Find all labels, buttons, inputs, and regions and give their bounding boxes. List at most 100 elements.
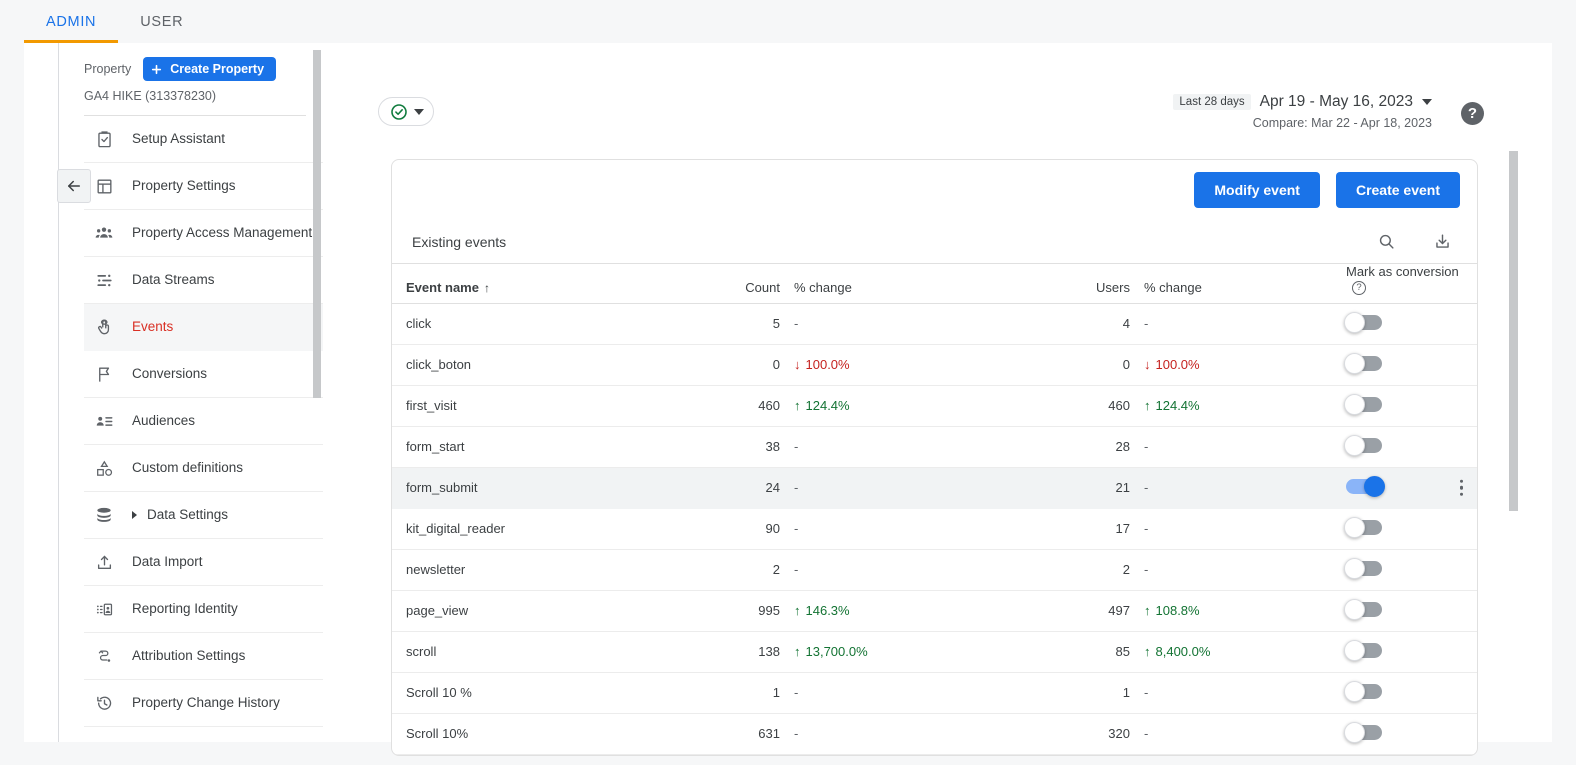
table-row[interactable]: first_visit 460 ↑ 124.4% 460 ↑ 124.4% [392, 385, 1477, 427]
content-scrollbar[interactable] [1509, 151, 1518, 511]
admin-page-panel: Property Create Property GA4 HIKE (31337… [24, 43, 1552, 756]
trend-up-icon: ↑ [1144, 644, 1151, 660]
sidebar-item-label: Custom definitions [132, 459, 244, 475]
mark-as-conversion-toggle[interactable] [1344, 721, 1382, 743]
sidebar-item-attribution-settings[interactable]: Attribution Settings [84, 633, 323, 680]
table-row[interactable]: newsletter 2-2- [392, 549, 1477, 591]
cell-event-name: first_visit [392, 385, 724, 427]
cell-event-name: page_view [392, 590, 724, 632]
sidebar-item-custom-definitions[interactable]: Custom definitions [84, 445, 323, 492]
cell-users-change: - [1130, 467, 1292, 509]
sidebar-item-audiences[interactable]: Audiences [84, 398, 323, 445]
search-icon[interactable] [1371, 227, 1401, 257]
existing-events-header: Existing events [392, 220, 1477, 264]
sidebar-scrollbar[interactable] [313, 50, 321, 398]
toggle-knob [1344, 598, 1365, 620]
create-event-button[interactable]: Create event [1335, 172, 1460, 208]
table-row[interactable]: click 5-4- [392, 303, 1477, 345]
status-filter-button[interactable] [378, 97, 434, 126]
download-icon[interactable] [1427, 227, 1457, 257]
check-circle-icon [390, 103, 407, 120]
table-row[interactable]: Scroll 10 % 1-1- [392, 672, 1477, 714]
mark-as-conversion-toggle[interactable] [1344, 639, 1382, 661]
column-label: Event name [406, 279, 479, 295]
mark-as-conversion-toggle[interactable] [1344, 557, 1382, 579]
audience-icon [94, 411, 114, 431]
cell-users: 4 [930, 303, 1130, 345]
mark-as-conversion-toggle[interactable] [1344, 680, 1382, 702]
sidebar-item-property-change-history[interactable]: Property Change History [84, 680, 323, 727]
sidebar-item-reporting-identity[interactable]: Reporting Identity [84, 586, 323, 633]
row-more-options-icon[interactable] [1459, 479, 1463, 496]
sidebar-item-label: Setup Assistant [132, 130, 226, 146]
sidebar-item-setup-assistant[interactable]: Setup Assistant [84, 116, 323, 163]
sidebar-item-label: Data Import [132, 553, 203, 569]
mark-as-conversion-toggle[interactable] [1344, 311, 1382, 333]
table-row[interactable]: kit_digital_reader 90-17- [392, 508, 1477, 550]
cell-count-change: - [780, 549, 930, 591]
table-row[interactable]: form_start 38-28- [392, 426, 1477, 468]
change-value: - [794, 439, 799, 455]
trend-up-icon: ↑ [794, 398, 801, 414]
events-content-area: Last 28 days Apr 19 - May 16, 2023 Compa… [323, 43, 1552, 756]
cell-mark-as-conversion [1292, 549, 1477, 591]
change-value: - [794, 316, 799, 332]
mark-as-conversion-toggle[interactable] [1344, 434, 1382, 456]
help-question-icon[interactable]: ? [1352, 280, 1366, 295]
sidebar-item-data-streams[interactable]: Data Streams [84, 257, 323, 304]
tab-user[interactable]: USER [118, 0, 205, 43]
cell-mark-as-conversion [1292, 508, 1477, 550]
cell-count-change: - [780, 303, 930, 345]
column-header-event-name[interactable]: Event name ↑ [392, 264, 724, 304]
sidebar-item-property-settings[interactable]: Property Settings [84, 163, 323, 210]
table-row[interactable]: click_boton 0 ↓ 100.0% 0 ↓ 100.0% [392, 344, 1477, 386]
sidebar-divider [58, 43, 59, 742]
column-header-users[interactable]: Users [930, 264, 1130, 304]
table-row[interactable]: Scroll 10% 631-320- [392, 713, 1477, 755]
tab-user-label: USER [140, 13, 184, 30]
mark-as-conversion-toggle[interactable] [1344, 352, 1382, 374]
cell-users: 1 [930, 672, 1130, 714]
mark-as-conversion-toggle[interactable] [1344, 516, 1382, 538]
column-header-users-change[interactable]: % change [1130, 264, 1292, 304]
help-icon[interactable]: ? [1461, 102, 1484, 125]
top-tab-bar: ADMIN USER [0, 0, 1576, 43]
history-icon [94, 693, 114, 713]
sidebar-item-data-import[interactable]: Data Import [84, 539, 323, 586]
upload-icon [94, 552, 114, 572]
cell-count-change: - [780, 467, 930, 509]
cell-mark-as-conversion [1292, 672, 1477, 714]
collapse-sidebar-button[interactable] [57, 169, 91, 203]
sort-ascending-icon: ↑ [483, 280, 490, 295]
sidebar-item-label: Data Settings [147, 506, 229, 522]
sidebar-item-property-access-management[interactable]: Property Access Management [84, 210, 323, 257]
mark-as-conversion-toggle[interactable] [1344, 393, 1382, 415]
cell-mark-as-conversion [1292, 713, 1477, 755]
cell-users: 85 [930, 631, 1130, 673]
table-row[interactable]: scroll 138 ↑ 13,700.0% 85 ↑ 8,400.0% [392, 631, 1477, 673]
mark-as-conversion-toggle[interactable] [1346, 475, 1385, 497]
toggle-knob [1364, 475, 1385, 497]
change-value: - [1144, 316, 1149, 332]
cell-users-change: ↑ 108.8% [1130, 590, 1292, 632]
cell-users: 0 [930, 344, 1130, 386]
date-range-selector[interactable]: Last 28 days Apr 19 - May 16, 2023 Compa… [1173, 93, 1432, 130]
change-value: ↑ 108.8% [1144, 603, 1200, 619]
tap-icon [94, 317, 114, 337]
modify-event-button[interactable]: Modify event [1194, 172, 1320, 208]
cell-event-name: click [392, 303, 724, 345]
cell-event-name: kit_digital_reader [392, 508, 724, 550]
table-row[interactable]: page_view 995 ↑ 146.3% 497 ↑ 108.8% [392, 590, 1477, 632]
cell-mark-as-conversion [1292, 631, 1477, 673]
mark-as-conversion-toggle[interactable] [1344, 598, 1382, 620]
tab-admin[interactable]: ADMIN [24, 0, 119, 43]
sidebar-item-conversions[interactable]: Conversions [84, 351, 323, 398]
table-row[interactable]: form_submit 24-21- [392, 467, 1477, 509]
sidebar-item-events[interactable]: Events [84, 304, 323, 351]
column-header-count-change[interactable]: % change [780, 264, 930, 304]
cell-count: 0 [724, 344, 780, 386]
create-property-button[interactable]: Create Property [143, 57, 277, 81]
sidebar-item-data-settings[interactable]: Data Settings [84, 492, 323, 539]
column-header-count[interactable]: Count [724, 264, 780, 304]
table-body: click 5-4- click_boton 0 ↓ 100.0% 0 ↓ 100.0% firs… [392, 303, 1477, 755]
